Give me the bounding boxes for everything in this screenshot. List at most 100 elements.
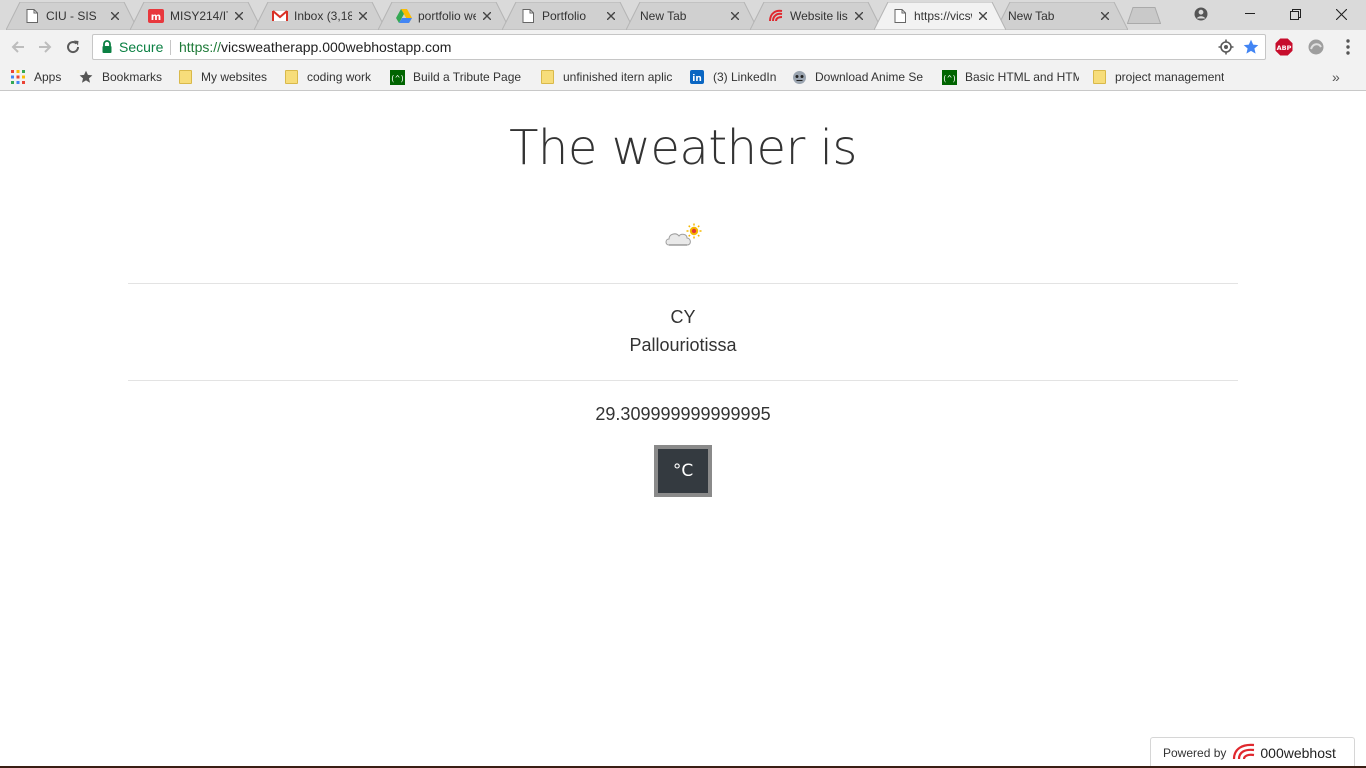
folder-icon — [177, 69, 193, 85]
close-icon[interactable] — [976, 9, 990, 23]
bookmark-label: coding work — [307, 70, 372, 84]
bookmarks-overflow-chevron-icon[interactable]: » — [1332, 68, 1346, 86]
webhost-logo-icon — [1232, 742, 1256, 765]
gmail-icon — [272, 8, 288, 24]
page-icon — [24, 8, 40, 24]
tab-title: New Tab — [640, 9, 687, 23]
bookmark-basic-html[interactable]: (^) Basic HTML and HTM — [941, 68, 1079, 86]
adblock-plus-icon[interactable]: ABP — [1275, 38, 1293, 56]
divider — [128, 283, 1238, 284]
bookmark-label: project management — [1115, 70, 1225, 84]
bookmarks-bar: Apps Bookmarks My websites coding work (… — [0, 64, 1366, 91]
country-code: CY — [670, 307, 696, 327]
forward-button[interactable] — [33, 35, 57, 59]
fcc-icon: (^) — [941, 69, 957, 85]
bookmark-label: Apps — [34, 70, 62, 84]
star-icon — [78, 69, 94, 85]
abp-label: ABP — [1277, 44, 1292, 52]
secure-label: Secure — [119, 39, 164, 55]
bookmark-label: Build a Tribute Page — [413, 70, 522, 84]
bookmark-build-tribute-page[interactable]: (^) Build a Tribute Page — [389, 68, 525, 86]
page-title: The weather is — [509, 120, 857, 176]
svg-text:(^): (^) — [390, 74, 404, 83]
svg-text:(^): (^) — [942, 74, 956, 83]
bookmark-linkedin[interactable]: in (3) LinkedIn — [689, 68, 781, 86]
close-icon[interactable] — [356, 9, 370, 23]
bookmark-bookmarks[interactable]: Bookmarks — [78, 68, 170, 86]
tab-portfolio[interactable]: Portfolio — [502, 2, 634, 30]
bookmark-apps[interactable]: Apps — [10, 68, 70, 86]
tab-title: New Tab — [1008, 9, 1055, 23]
close-icon[interactable] — [108, 9, 122, 23]
bookmark-label: (3) LinkedIn — [713, 70, 777, 84]
bookmark-label: Download Anime Se — [815, 70, 924, 84]
close-icon[interactable] — [852, 9, 866, 23]
unit-toggle-button[interactable]: °C — [654, 445, 712, 497]
reload-button[interactable] — [61, 35, 85, 59]
webhost-brand: 000webhost — [1260, 745, 1336, 761]
close-icon[interactable] — [728, 9, 742, 23]
close-icon[interactable] — [604, 9, 618, 23]
close-window-button[interactable] — [1318, 0, 1364, 28]
apps-grid-icon — [10, 69, 26, 85]
fcc-icon: (^) — [389, 69, 405, 85]
url-host: vicsweatherapp.000webhostapp.com — [221, 39, 452, 55]
tab-title: Website list — [790, 9, 848, 23]
linkedin-icon: in — [689, 69, 705, 85]
moodle-icon: m — [148, 8, 164, 24]
tab-title: https://vicsw — [914, 9, 972, 23]
minimize-button[interactable] — [1227, 0, 1273, 28]
close-icon[interactable] — [1098, 9, 1112, 23]
profile-icon[interactable] — [1178, 0, 1224, 28]
tab-new-tab[interactable]: New Tab — [626, 2, 758, 30]
bookmark-my-websites[interactable]: My websites — [177, 68, 277, 86]
bookmark-label: Basic HTML and HTM — [965, 70, 1079, 84]
bookmark-coding-work[interactable]: coding work — [283, 68, 383, 86]
svg-text:m: m — [151, 12, 161, 23]
close-icon[interactable] — [480, 9, 494, 23]
new-tab-button[interactable] — [1126, 7, 1162, 24]
folder-icon — [1091, 69, 1107, 85]
tab-ciu-sis[interactable]: CIU - SIS — [6, 2, 138, 30]
page-icon — [892, 8, 908, 24]
bookmark-download-anime[interactable]: Download Anime Se — [791, 68, 927, 86]
partly-cloudy-icon — [664, 222, 706, 248]
menu-icon[interactable] — [1339, 38, 1357, 56]
bookmark-project-management[interactable]: project management — [1091, 68, 1227, 86]
lock-icon — [101, 40, 113, 54]
back-button[interactable] — [6, 35, 30, 59]
close-icon[interactable] — [232, 9, 246, 23]
bookmark-star-icon[interactable] — [1243, 39, 1259, 55]
folder-icon — [283, 69, 299, 85]
page-icon — [520, 8, 536, 24]
bookmark-unfinished-itern[interactable]: unfinished itern aplic — [539, 68, 677, 86]
location-icon[interactable] — [1218, 39, 1234, 55]
tab-title: CIU - SIS — [46, 9, 97, 23]
drive-icon — [396, 8, 412, 24]
tab-title: Inbox (3,180 — [294, 9, 352, 23]
tab-inbox[interactable]: Inbox (3,180 — [254, 2, 386, 30]
url-scheme: https:// — [179, 39, 222, 55]
temperature-value: 29.309999999999995 — [595, 404, 771, 424]
weather-page: The weather is CY Pallouriotissa 29.3099… — [0, 92, 1366, 768]
city-name: Pallouriotissa — [629, 335, 737, 355]
tab-strip: CIU - SIS m MISY214/ITE Inbox (3,180 — [0, 0, 1366, 30]
powered-by-badge[interactable]: Powered by 000webhost — [1150, 737, 1355, 768]
browser-toolbar: Secure https://vicsweatherapp.000webhost… — [0, 30, 1366, 64]
restore-button[interactable] — [1272, 0, 1318, 28]
tab-title: portfolio we — [418, 9, 476, 23]
tab-website-list[interactable]: Website list — [750, 2, 882, 30]
svg-text:in: in — [692, 74, 702, 84]
tab-new-tab-2[interactable]: New Tab — [996, 2, 1128, 30]
omnibox-divider — [170, 40, 171, 55]
bookmark-label: unfinished itern aplic — [563, 70, 673, 84]
url-text: https://vicsweatherapp.000webhostapp.com — [179, 35, 451, 59]
tab-active-vicsweatherapp[interactable]: https://vicsw — [874, 2, 1006, 30]
address-bar[interactable]: Secure https://vicsweatherapp.000webhost… — [92, 34, 1266, 60]
anime-icon — [791, 69, 807, 85]
tab-title: MISY214/ITE — [170, 9, 228, 23]
extension-icon[interactable] — [1307, 38, 1325, 56]
tab-misy214[interactable]: m MISY214/ITE — [130, 2, 262, 30]
tab-portfolio-drive[interactable]: portfolio we — [378, 2, 510, 30]
divider — [128, 380, 1238, 381]
